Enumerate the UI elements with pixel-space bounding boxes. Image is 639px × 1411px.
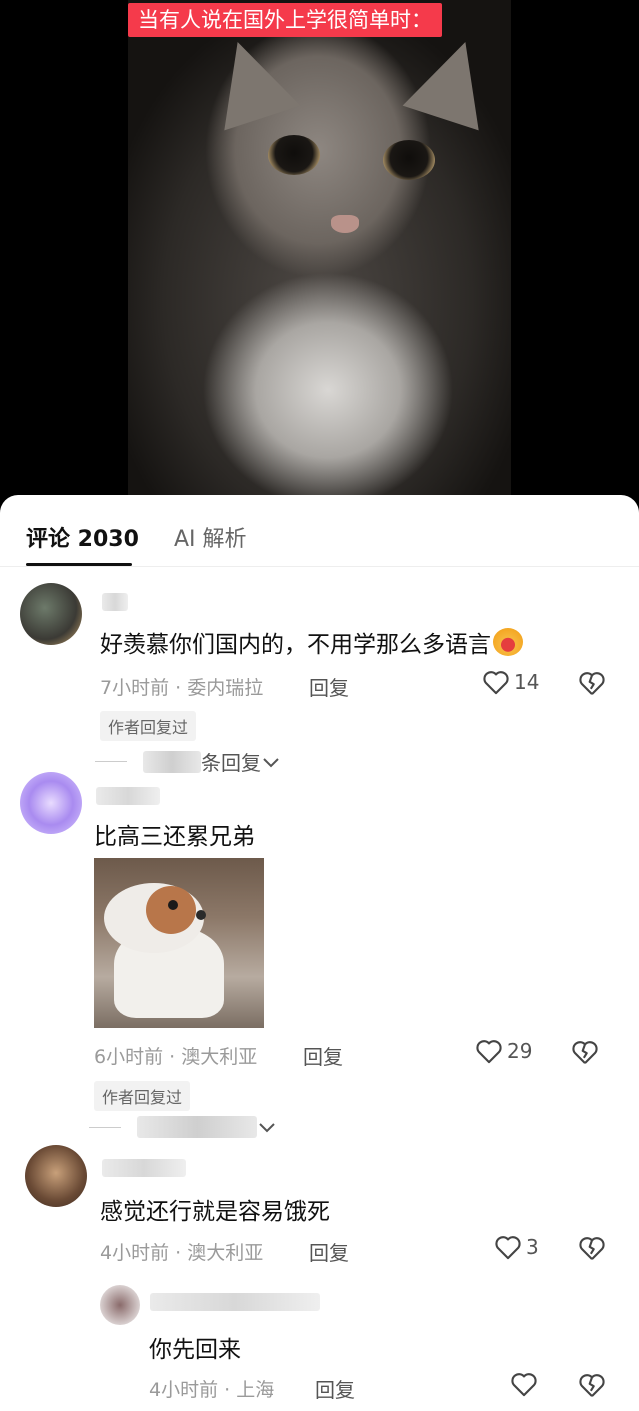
- expand-replies-button[interactable]: [89, 1116, 277, 1138]
- video-caption: 当有人说在国外上学很简单时：: [128, 3, 442, 37]
- like-button[interactable]: 29: [475, 1038, 532, 1064]
- comment-text: 你先回来: [149, 1337, 241, 1363]
- heart-outline-icon: [511, 1373, 537, 1397]
- avatar[interactable]: [100, 1285, 140, 1325]
- like-button[interactable]: 14: [482, 669, 539, 695]
- blurred-text: [143, 750, 201, 773]
- heart-outline-icon: [483, 671, 509, 695]
- active-tab-indicator: [26, 563, 132, 566]
- comment-meta: 6小时前 · 澳大利亚: [94, 1046, 258, 1068]
- author-replied-badge: 作者回复过: [94, 1081, 191, 1111]
- like-count: 3: [526, 1235, 539, 1259]
- cat-eye: [383, 140, 435, 180]
- divider: [89, 1126, 121, 1128]
- comment-text: 比高三还累兄弟: [94, 824, 255, 850]
- broken-heart-icon[interactable]: [578, 1372, 606, 1398]
- video-player[interactable]: 当有人说在国外上学很简单时：: [0, 0, 639, 510]
- chevron-down-icon: [259, 1123, 275, 1133]
- avatar[interactable]: [20, 772, 82, 834]
- dog-patch: [146, 886, 196, 934]
- cat-ear: [199, 29, 301, 131]
- broken-heart-icon[interactable]: [571, 1039, 599, 1065]
- comment-text: 感觉还行就是容易饿死: [100, 1199, 330, 1225]
- cat-nose: [331, 215, 359, 233]
- comment-text: 好羡慕你们国内的，不用学那么多语言: [100, 625, 523, 659]
- comment-text-content: 好羡慕你们国内的，不用学那么多语言: [100, 632, 491, 658]
- cat-video-frame: [128, 0, 511, 510]
- reply-button[interactable]: 回复: [309, 672, 349, 701]
- like-count: 29: [507, 1039, 533, 1063]
- dog-sticker-image[interactable]: [94, 858, 264, 1028]
- cat-ear: [402, 29, 504, 131]
- broken-heart-icon[interactable]: [578, 670, 606, 696]
- reply-button[interactable]: 回复: [315, 1374, 355, 1403]
- expand-replies-button[interactable]: 条回复: [95, 747, 281, 776]
- expand-replies-label: 条回复: [201, 751, 261, 775]
- like-count: 14: [514, 670, 540, 694]
- author-replied-badge: 作者回复过: [100, 711, 197, 741]
- username[interactable]: [150, 1293, 320, 1311]
- tab-comments[interactable]: 评论 2030: [26, 521, 139, 553]
- reply-button[interactable]: 回复: [303, 1041, 343, 1070]
- like-button[interactable]: [510, 1371, 538, 1397]
- comment-meta: 4小时前 · 澳大利亚: [100, 1242, 264, 1264]
- comment-meta: 7小时前 · 委内瑞拉: [100, 677, 264, 699]
- avatar[interactable]: [20, 583, 82, 645]
- username[interactable]: [102, 1159, 186, 1177]
- blurred-text: [137, 1116, 257, 1138]
- heart-outline-icon: [495, 1236, 521, 1260]
- dog-eye: [168, 900, 178, 910]
- reply-button[interactable]: 回复: [309, 1237, 349, 1266]
- broken-heart-icon[interactable]: [578, 1235, 606, 1261]
- cat-eye: [268, 135, 320, 175]
- divider: [95, 761, 127, 762]
- avatar[interactable]: [25, 1145, 87, 1207]
- username[interactable]: [96, 787, 160, 805]
- laughing-face-emoji-icon: [493, 628, 523, 656]
- comment-tabs: 评论 2030 AI 解析: [0, 495, 639, 567]
- comments-panel: 评论 2030 AI 解析 好羡慕你们国内的，不用学那么多语言 7小时前 · 委…: [0, 495, 639, 1411]
- heart-outline-icon: [476, 1040, 502, 1064]
- comment-meta: 4小时前 · 上海: [149, 1379, 275, 1401]
- chevron-down-icon: [263, 757, 279, 767]
- like-button[interactable]: 3: [494, 1234, 539, 1260]
- dog-nose: [196, 910, 206, 920]
- tab-ai-analysis[interactable]: AI 解析: [174, 521, 247, 553]
- username[interactable]: [102, 593, 128, 611]
